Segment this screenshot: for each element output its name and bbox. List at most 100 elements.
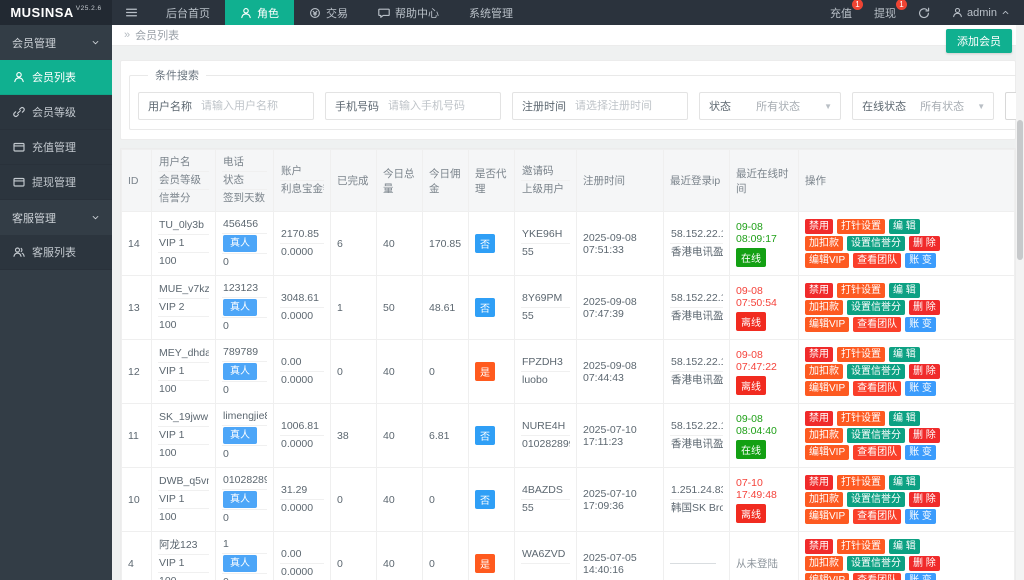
withdraw-button[interactable]: 提现 1 [874, 0, 908, 21]
hamburger-menu-icon[interactable] [112, 0, 151, 25]
sidebar-item[interactable]: 客服列表 [0, 235, 112, 270]
sidebar-section-label: 客服管理 [12, 212, 56, 225]
disable-button[interactable]: 禁用 [805, 283, 833, 298]
edit-vip-button[interactable]: 编辑VIP [805, 317, 850, 332]
sidebar-item[interactable]: 会员等级 [0, 95, 112, 130]
nav-item-link[interactable]: 帮助中心 [363, 0, 454, 25]
add-deduct-button[interactable]: 加扣款 [805, 556, 843, 571]
add-deduct-button[interactable]: 加扣款 [805, 364, 843, 379]
view-team-button[interactable]: 查看团队 [853, 381, 902, 396]
view-team-button[interactable]: 查看团队 [853, 317, 902, 332]
user-icon [952, 7, 963, 19]
action-button-row: 编辑VIP查看团队账 变 [805, 509, 1008, 524]
delete-button[interactable]: 删 除 [909, 492, 940, 507]
cell-actions: 禁用打针设置编 辑加扣款设置信誉分删 除编辑VIP查看团队账 变 [798, 339, 1015, 404]
sidebar-item[interactable]: 充值管理 [0, 130, 112, 165]
inject-settings-button[interactable]: 打针设置 [837, 411, 885, 426]
add-deduct-button[interactable]: 加扣款 [805, 300, 843, 315]
nav-item-active[interactable]: 角色 [225, 0, 294, 25]
edit-vip-button[interactable]: 编辑VIP [805, 445, 850, 460]
sidebar-item[interactable]: 提现管理 [0, 165, 112, 200]
signin-days: 0 [222, 574, 267, 580]
inject-settings-button[interactable]: 打针设置 [837, 219, 885, 234]
add-deduct-button[interactable]: 加扣款 [805, 236, 843, 251]
cell-user: 阿龙123VIP 1100 [151, 531, 216, 580]
phone-field[interactable] [388, 100, 500, 112]
breadcrumb-current: 会员列表 [135, 30, 180, 42]
invite-code: YKE96H [521, 226, 570, 244]
set-credit-button[interactable]: 设置信誉分 [847, 492, 905, 507]
cell-ip: 58.152.22.191 香港电讯盈科有限 [663, 211, 730, 276]
status-select[interactable]: 状态 所有状态 ▼ [699, 92, 842, 120]
set-credit-button[interactable]: 设置信誉分 [847, 236, 905, 251]
add-member-button[interactable]: 添加会员 [946, 29, 1012, 53]
edit-button[interactable]: 编 辑 [889, 411, 920, 426]
inject-settings-button[interactable]: 打针设置 [837, 539, 885, 554]
cell-invite: 8Y69PM 55 [514, 275, 577, 340]
delete-button[interactable]: 删 除 [909, 556, 940, 571]
sidebar-section-header[interactable]: 会员管理 [0, 25, 112, 60]
cell-commission: 170.85 [422, 211, 469, 276]
view-team-button[interactable]: 查看团队 [853, 445, 902, 460]
edit-vip-button[interactable]: 编辑VIP [805, 253, 850, 268]
delete-button[interactable]: 删 除 [909, 300, 940, 315]
view-team-button[interactable]: 查看团队 [853, 509, 902, 524]
account-change-button[interactable]: 账 变 [905, 253, 936, 268]
account-change-button[interactable]: 账 变 [905, 381, 936, 396]
account-change-button[interactable]: 账 变 [905, 317, 936, 332]
edit-vip-button[interactable]: 编辑VIP [805, 509, 850, 524]
account-change-button[interactable]: 账 变 [905, 509, 936, 524]
inject-settings-button[interactable]: 打针设置 [837, 283, 885, 298]
set-credit-button[interactable]: 设置信誉分 [847, 300, 905, 315]
sidebar-item[interactable]: 会员列表 [0, 60, 112, 95]
set-credit-button[interactable]: 设置信誉分 [847, 556, 905, 571]
account-change-button[interactable]: 账 变 [905, 445, 936, 460]
select-value: 所有状态 [920, 101, 965, 113]
nav-item-link[interactable]: 交易 [294, 0, 363, 25]
delete-button[interactable]: 删 除 [909, 236, 940, 251]
regtime-field[interactable] [575, 100, 687, 112]
user-menu[interactable]: admin [952, 7, 1010, 19]
breadcrumb: » 会员列表 添加会员 [112, 25, 1024, 53]
disable-button[interactable]: 禁用 [805, 539, 833, 554]
sidebar-section-header[interactable]: 客服管理 [0, 200, 112, 235]
nav-item-link[interactable]: 系统管理 [454, 0, 528, 25]
disable-button[interactable]: 禁用 [805, 219, 833, 234]
recharge-button[interactable]: 充值 1 [830, 0, 864, 21]
edit-button[interactable]: 编 辑 [889, 283, 920, 298]
username: DWB_q5vm [158, 473, 209, 491]
nav-item-label: 系统管理 [469, 7, 513, 20]
set-credit-button[interactable]: 设置信誉分 [847, 364, 905, 379]
inject-settings-button[interactable]: 打针设置 [837, 475, 885, 490]
edit-vip-button[interactable]: 编辑VIP [805, 381, 850, 396]
phone: 456456 [222, 216, 267, 234]
cell-user: MEY_dhdamVIP 1 100 [151, 339, 216, 404]
edit-button[interactable]: 编 辑 [889, 347, 920, 362]
add-deduct-button[interactable]: 加扣款 [805, 428, 843, 443]
disable-button[interactable]: 禁用 [805, 475, 833, 490]
disable-button[interactable]: 禁用 [805, 347, 833, 362]
disable-button[interactable]: 禁用 [805, 411, 833, 426]
view-team-button[interactable]: 查看团队 [853, 573, 902, 580]
edit-button[interactable]: 编 辑 [889, 539, 920, 554]
username-field[interactable] [201, 100, 313, 112]
edit-button[interactable]: 编 辑 [889, 475, 920, 490]
delete-button[interactable]: 删 除 [909, 364, 940, 379]
refresh-icon[interactable] [918, 7, 930, 19]
delete-button[interactable]: 删 除 [909, 428, 940, 443]
scrollbar-thumb[interactable] [1017, 120, 1023, 260]
set-credit-button[interactable]: 设置信誉分 [847, 428, 905, 443]
inject-settings-button[interactable]: 打针设置 [837, 347, 885, 362]
add-deduct-button[interactable]: 加扣款 [805, 492, 843, 507]
edit-vip-button[interactable]: 编辑VIP [805, 573, 850, 580]
invite-code: 4BAZDS [521, 482, 570, 500]
cell-agent: 否 [468, 403, 515, 468]
cell-id: 13 [121, 275, 152, 340]
cell-phone: 123123 真人 0 [215, 275, 274, 340]
view-team-button[interactable]: 查看团队 [853, 253, 902, 268]
edit-button[interactable]: 编 辑 [889, 219, 920, 234]
account-change-button[interactable]: 账 变 [905, 573, 936, 580]
signin-days: 0 [223, 320, 229, 332]
online-select[interactable]: 在线状态 所有状态 ▼ [852, 92, 995, 120]
nav-item-link[interactable]: 后台首页 [151, 0, 225, 25]
